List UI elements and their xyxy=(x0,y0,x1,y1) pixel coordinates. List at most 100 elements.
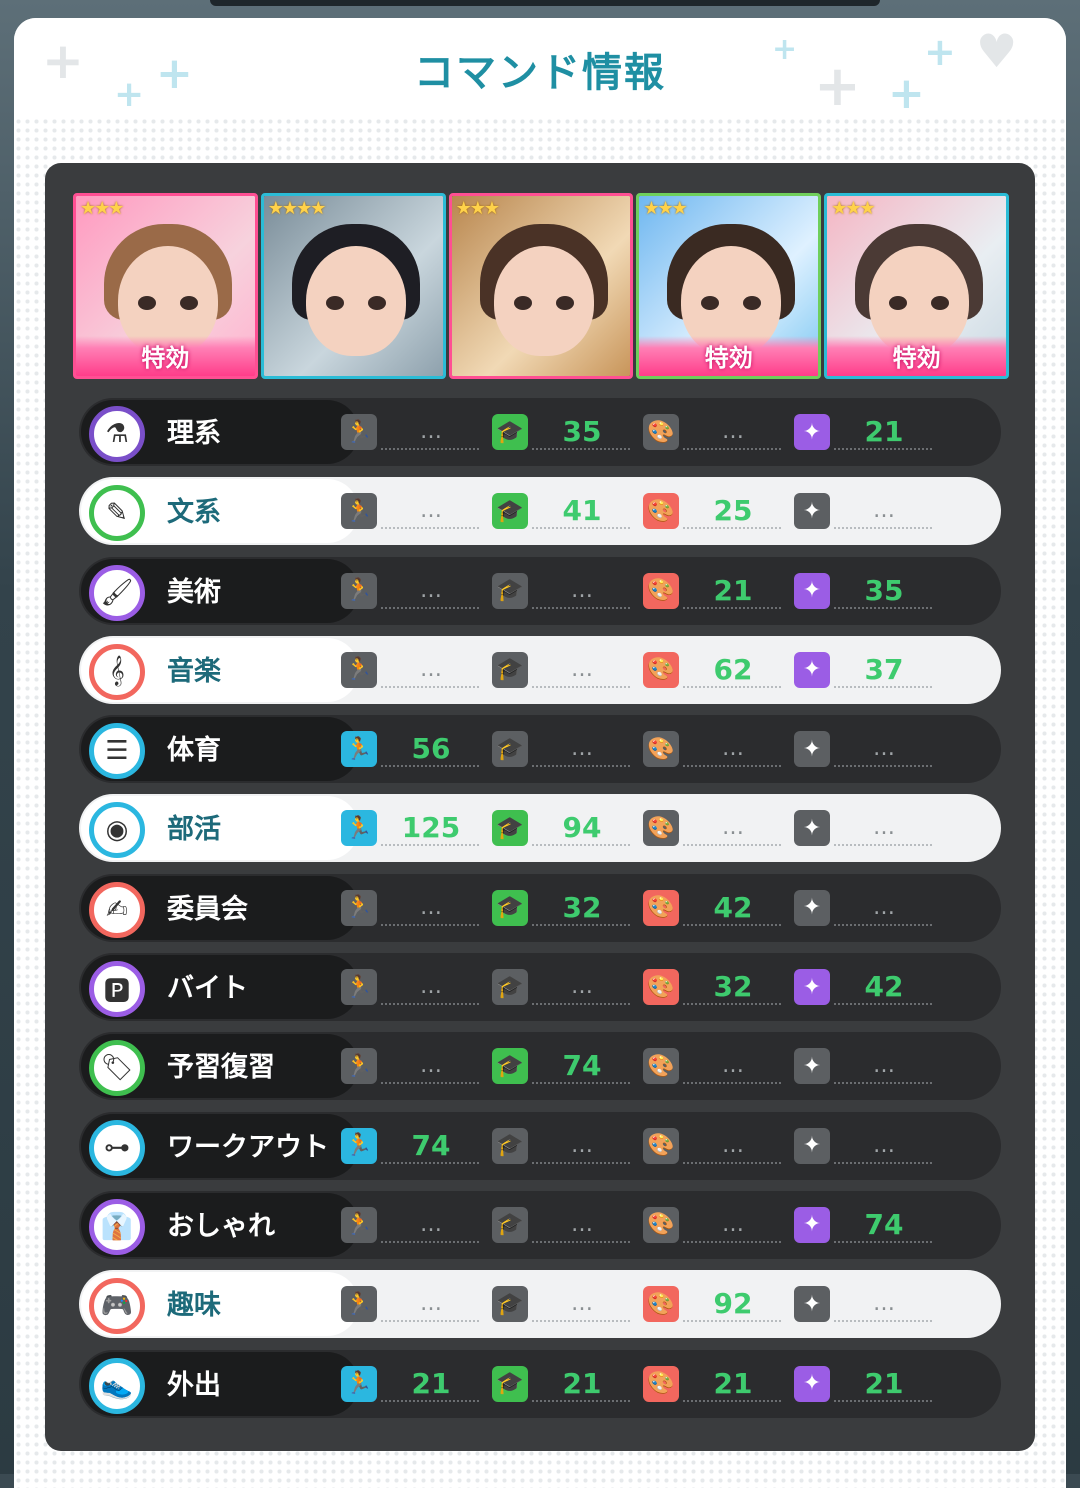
palette-icon: 🎨 xyxy=(643,1286,679,1323)
rarity-stars: ★★★ xyxy=(455,198,500,219)
running-icon: 🏃 xyxy=(341,572,377,609)
command-row[interactable]: ✍ 委員会 🏃… 🎓 32 🎨 42 ✦… xyxy=(79,873,1001,942)
stat-cell: 🏃… xyxy=(341,557,491,625)
command-name: ワークアウト xyxy=(167,1131,329,1163)
card-face xyxy=(305,246,406,356)
stat-value: … xyxy=(420,419,442,444)
dotted-underline xyxy=(381,923,479,926)
dotted-underline xyxy=(683,1161,781,1164)
stat-cell: ✦ 42 xyxy=(794,953,944,1021)
stat-value: … xyxy=(571,974,593,1000)
stat-cell: 🎨… xyxy=(643,1032,793,1100)
dotted-underline xyxy=(532,765,630,768)
command-name-box: 👔 おしゃれ xyxy=(81,1192,359,1257)
dotted-underline xyxy=(683,1082,781,1085)
stat-cell: ✦… xyxy=(794,874,944,942)
character-card[interactable]: ★★★★ xyxy=(260,193,446,379)
stat-cell: 🎓… xyxy=(492,953,642,1021)
jacket-icon: 👔 xyxy=(89,1198,145,1255)
stat-value: 42 xyxy=(713,890,753,924)
dotted-underline xyxy=(834,606,932,609)
dotted-underline xyxy=(532,1161,630,1164)
dotted-underline xyxy=(683,527,781,530)
running-icon: 🏃 xyxy=(341,1365,377,1402)
stat-cell: ✦… xyxy=(794,715,944,783)
stat-value: … xyxy=(420,577,442,603)
sparkle-icon: ✦ xyxy=(794,1206,830,1243)
stat-value: … xyxy=(420,656,442,682)
stat-cell: ✦… xyxy=(794,477,944,545)
sparkle-icon: ✦ xyxy=(794,889,830,926)
command-row[interactable]: 🖌 美術 🏃… 🎓… 🎨 21 ✦ 35 xyxy=(79,556,1001,625)
command-row[interactable]: ⚗ 理系 🏃… 🎓 35 🎨… ✦ 21 xyxy=(79,398,1001,466)
stat-cell: 🎓 41 xyxy=(492,477,642,545)
dotted-underline xyxy=(381,1082,479,1085)
sparkle-icon: ✦ xyxy=(794,1286,830,1323)
stat-value: … xyxy=(571,1211,593,1237)
dotted-underline xyxy=(834,765,932,768)
dumbbell-icon: ⊶ xyxy=(89,1119,145,1176)
stat-value: 21 xyxy=(713,1366,753,1400)
stat-value: 92 xyxy=(713,1287,753,1321)
stat-cell: 🏃… xyxy=(341,1270,491,1338)
palette-icon: 🎨 xyxy=(643,651,679,688)
dotted-underline xyxy=(683,1003,781,1006)
stat-value: … xyxy=(873,894,895,920)
dotted-underline xyxy=(683,606,781,609)
sneaker-icon: 👟 xyxy=(89,1357,145,1414)
stat-value: … xyxy=(571,1132,593,1158)
dotted-underline xyxy=(381,448,479,450)
stat-cell: 🎨 21 xyxy=(643,557,793,625)
dotted-underline xyxy=(532,1240,630,1243)
stat-value: … xyxy=(873,1291,895,1317)
stat-value: 21 xyxy=(713,573,753,607)
running-icon: 🏃 xyxy=(341,889,377,926)
command-row[interactable]: ◉ 部活 🏃 125 🎓 94 🎨… ✦… xyxy=(79,794,1001,863)
stat-cell: 🎓 35 xyxy=(492,398,642,466)
command-row[interactable]: 🅿 バイト 🏃… 🎓… 🎨 32 ✦ 42 xyxy=(79,953,1001,1022)
card-eye xyxy=(325,296,344,310)
running-icon: 🏃 xyxy=(341,969,377,1006)
stat-value: 21 xyxy=(562,1366,602,1400)
sparkle-icon: ✦ xyxy=(794,572,830,609)
dotted-underline xyxy=(381,1003,479,1006)
command-name: 文系 xyxy=(167,497,221,529)
stat-value: … xyxy=(873,815,895,841)
card-eye xyxy=(367,296,386,310)
command-name-box: ◉ 部活 xyxy=(81,796,359,861)
dotted-underline xyxy=(683,923,781,926)
command-row[interactable]: 🏷 予習復習 🏃… 🎓 74 🎨… ✦… xyxy=(79,1032,1001,1101)
stat-value: 74 xyxy=(864,1207,904,1241)
character-card[interactable]: ★★★ 特効 xyxy=(73,193,258,379)
character-card[interactable]: ★★★ 特効 xyxy=(824,193,1009,379)
dotted-underline xyxy=(834,1161,932,1164)
sparkle-icon: ✦ xyxy=(794,969,830,1006)
command-name-box: ⚗ 理系 xyxy=(81,400,359,464)
stat-value: … xyxy=(722,736,744,762)
stat-value: … xyxy=(873,736,895,762)
command-row[interactable]: 𝄞 音楽 🏃… 🎓… 🎨 62 ✦ 37 xyxy=(79,635,1001,704)
command-name: 趣味 xyxy=(167,1290,221,1322)
command-name: 委員会 xyxy=(167,893,248,925)
running-icon: 🏃 xyxy=(341,1206,377,1243)
stat-cell: 🎨… xyxy=(643,715,793,783)
command-row[interactable]: ☰ 体育 🏃 56 🎓… 🎨… ✦… xyxy=(79,715,1001,784)
command-row[interactable]: 👔 おしゃれ 🏃… 🎓… 🎨… ✦ 74 xyxy=(79,1190,1001,1259)
command-row[interactable]: 🎮 趣味 🏃… 🎓… 🎨 92 ✦… xyxy=(79,1270,1001,1339)
command-row[interactable]: ⊶ ワークアウト 🏃 74 🎓… 🎨… ✦… xyxy=(79,1111,1001,1180)
sparkle-icon: ✦ xyxy=(794,1127,830,1164)
stat-cell: 🏃… xyxy=(341,953,491,1021)
treble-clef-icon: 𝄞 xyxy=(89,643,145,700)
palette-icon: 🎨 xyxy=(643,1365,679,1402)
sparkle-icon: ✦ xyxy=(794,1365,830,1402)
sparkle-icon: ✦ xyxy=(794,731,830,768)
palette-icon: 🎨 xyxy=(643,889,679,926)
graduation-cap-icon: 🎓 xyxy=(492,572,528,609)
dotted-underline xyxy=(683,765,781,768)
character-card[interactable]: ★★★ xyxy=(448,193,634,379)
command-row[interactable]: ✎ 文系 🏃… 🎓 41 🎨 25 ✦… xyxy=(79,477,1001,546)
page-title: コマンド情報 xyxy=(414,50,666,96)
stat-value: 94 xyxy=(562,811,602,845)
character-card[interactable]: ★★★ 特効 xyxy=(636,193,822,379)
command-row[interactable]: 👟 外出 🏃 21 🎓 21 🎨 21 ✦ 21 xyxy=(79,1349,1001,1418)
